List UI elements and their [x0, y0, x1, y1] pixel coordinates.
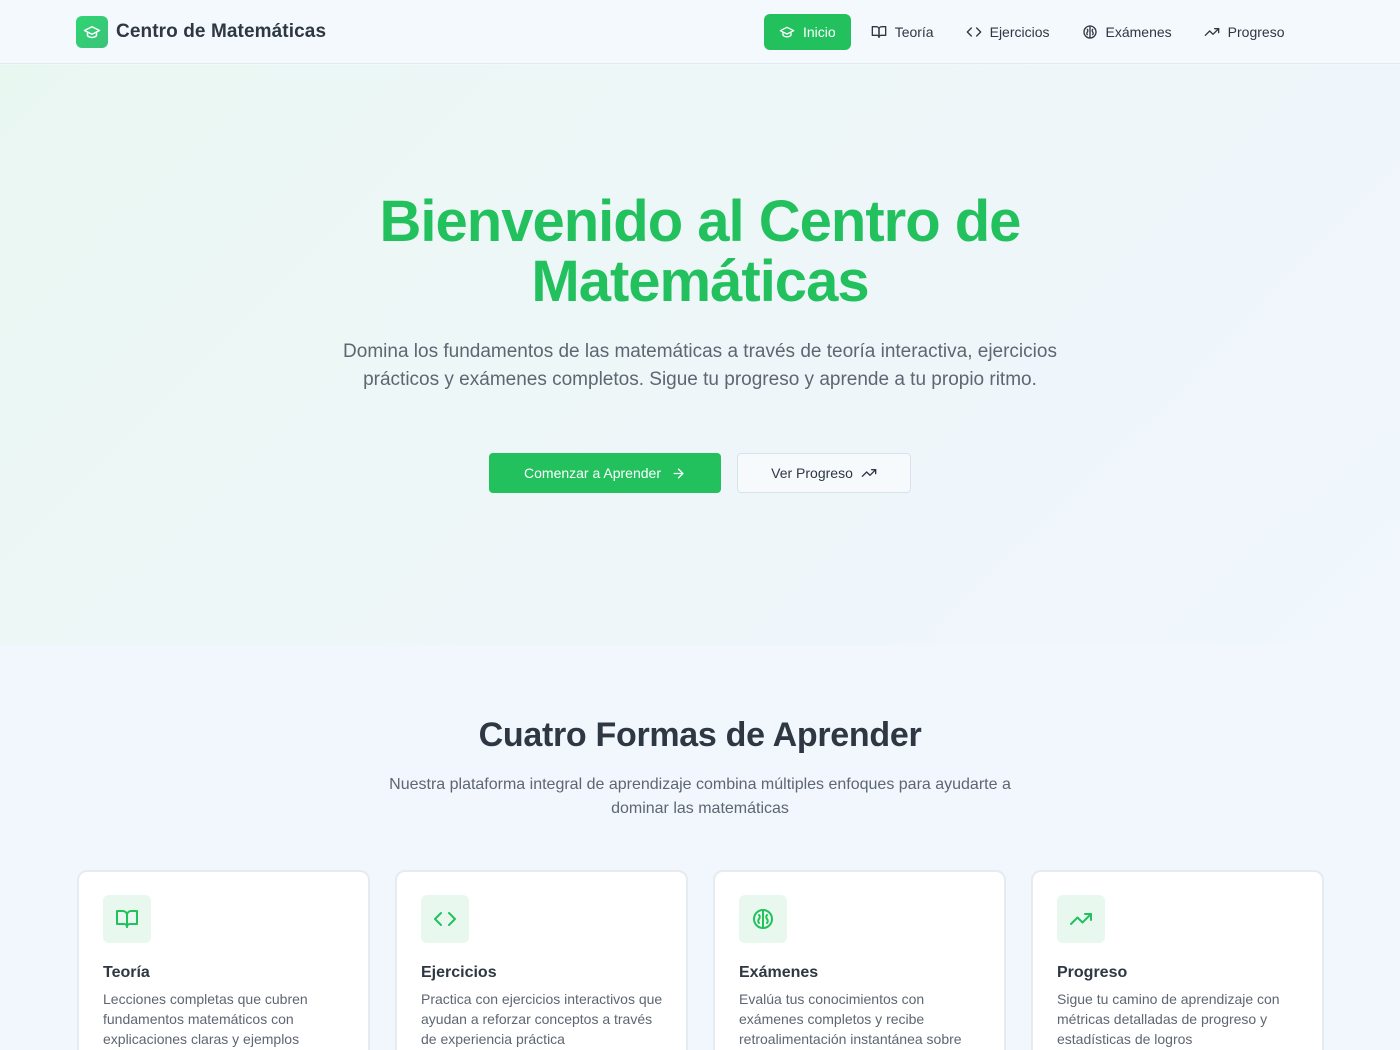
- view-progress-button[interactable]: Ver Progreso: [737, 453, 911, 493]
- button-label: Comenzar a Aprender: [524, 465, 661, 481]
- hero-title-line: Bienvenido al Centro de: [379, 189, 1022, 254]
- nav-item-inicio[interactable]: Inicio: [764, 14, 851, 50]
- graduation-cap-icon: [76, 16, 108, 48]
- nav-item-examenes[interactable]: Exámenes: [1070, 14, 1184, 50]
- hero-description: Domina los fundamentos de las matemática…: [343, 341, 1057, 390]
- card-description: Lecciones completas que cubren fundament…: [103, 991, 308, 1047]
- hero-title-line: Matemáticas: [531, 249, 869, 314]
- feature-card-ejercicios[interactable]: Ejercicios Practica con ejercicios inter…: [395, 870, 688, 1050]
- card-title: Teoría: [103, 964, 150, 981]
- code-icon: [421, 895, 469, 943]
- feature-card-progreso[interactable]: Progreso Sigue tu camino de aprendizaje …: [1031, 870, 1324, 1050]
- card-description: Practica con ejercicios interactivos que…: [421, 991, 663, 1047]
- start-learning-button[interactable]: Comenzar a Aprender: [489, 453, 721, 493]
- book-open-icon: [103, 895, 151, 943]
- nav-label: Teoría: [894, 24, 934, 40]
- main-nav: Inicio Teoría Ejercicios Exámenes Progre…: [764, 14, 1304, 50]
- nav-item-teoria[interactable]: Teoría: [859, 14, 946, 50]
- trending-up-icon: [1057, 895, 1105, 943]
- card-title: Exámenes: [739, 964, 819, 981]
- arrow-right-icon: [673, 468, 684, 478]
- card-description: Sigue tu camino de aprendizaje con métri…: [1057, 991, 1280, 1047]
- brain-icon: [739, 895, 787, 943]
- nav-label: Progreso: [1227, 24, 1285, 40]
- trending-up-icon: [1204, 27, 1220, 36]
- section-description: Nuestra plataforma integral de aprendiza…: [389, 776, 1011, 817]
- brand[interactable]: Centro de Matemáticas: [76, 16, 326, 48]
- card-title: Ejercicios: [421, 964, 497, 981]
- brain-icon: [1082, 25, 1097, 39]
- nav-label: Inicio: [803, 24, 836, 40]
- brand-name: Centro de Matemáticas: [116, 21, 327, 42]
- book-open-icon: [871, 26, 887, 38]
- trending-up-icon: [861, 469, 877, 477]
- top-header: Centro de Matemáticas Inicio Teoría Ejer…: [0, 0, 1400, 64]
- nav-label: Exámenes: [1105, 24, 1172, 40]
- nav-item-ejercicios[interactable]: Ejercicios: [954, 14, 1062, 50]
- card-description: Evalúa tus conocimientos con exámenes co…: [739, 991, 962, 1047]
- hero-title: Bienvenido al Centro de Matemáticas: [0, 192, 1400, 312]
- feature-card-examenes[interactable]: Exámenes Evalúa tus conocimientos con ex…: [713, 870, 1006, 1050]
- nav-label: Ejercicios: [989, 24, 1050, 40]
- graduation-cap-icon: [779, 26, 795, 38]
- button-label: Ver Progreso: [771, 465, 853, 481]
- section-title: Cuatro Formas de Aprender: [478, 716, 922, 754]
- code-icon: [966, 27, 981, 37]
- feature-card-teoria[interactable]: Teoría Lecciones completas que cubren fu…: [77, 870, 370, 1050]
- nav-item-progreso[interactable]: Progreso: [1192, 14, 1297, 50]
- card-title: Progreso: [1057, 964, 1128, 981]
